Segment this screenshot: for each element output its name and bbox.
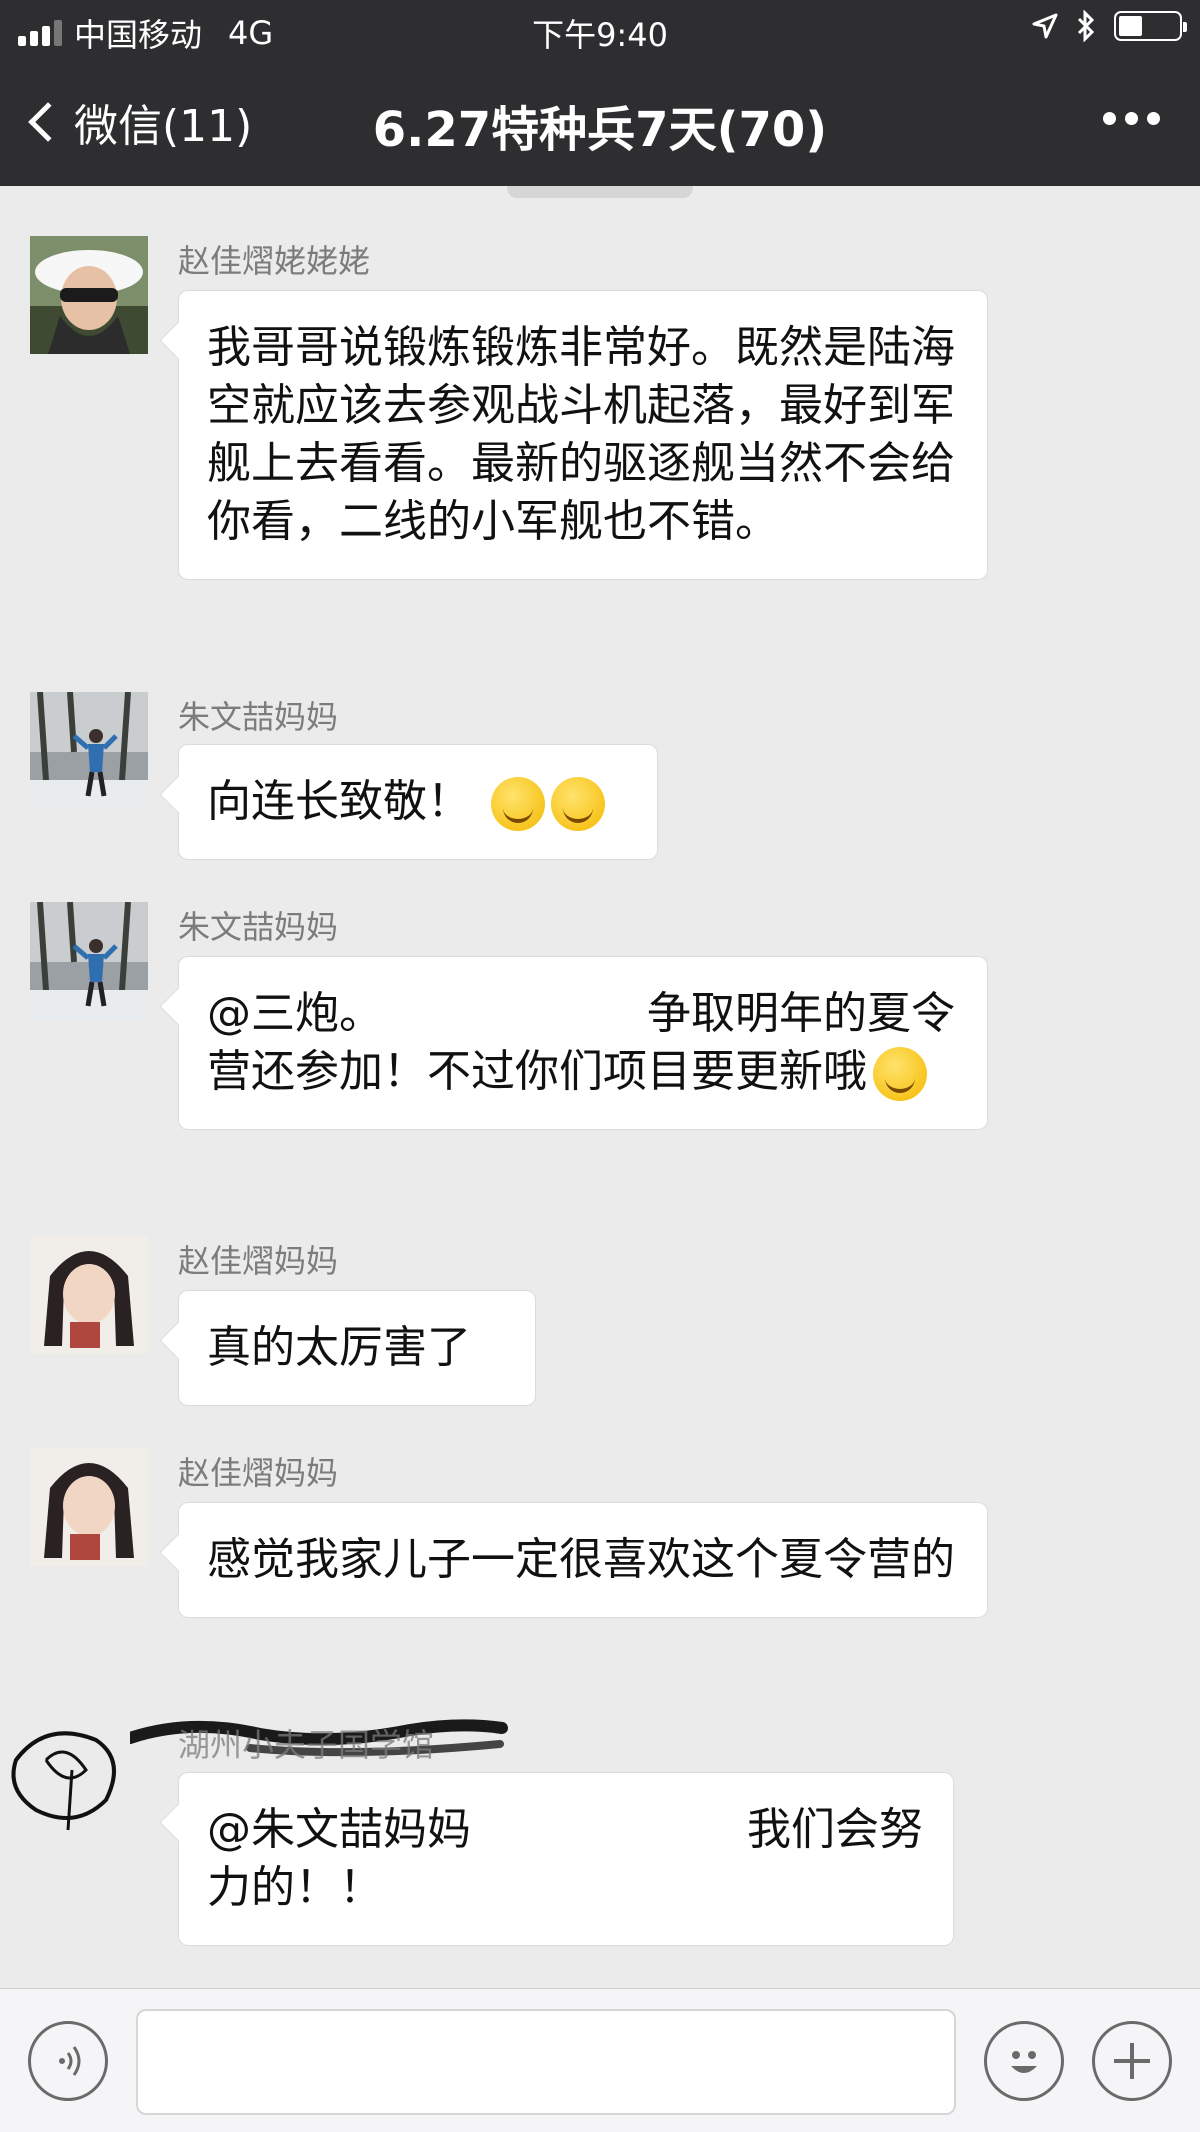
message-bubble[interactable]: 感觉我家儿子一定很喜欢这个夏令营的 (178, 1502, 988, 1618)
sender-name: 赵佳熠妈妈 (178, 1454, 339, 1492)
avatar[interactable] (30, 1448, 148, 1566)
smile-icon (1011, 2051, 1037, 2073)
mention-text: @朱文喆妈妈 (207, 1804, 471, 1855)
status-bar: 中国移动 4G 下午9:40 (0, 0, 1200, 58)
clock: 下午9:40 (532, 16, 668, 54)
message-bubble[interactable]: @朱文喆妈妈 我们会努力的！！ (178, 1772, 954, 1946)
emoji-icon (491, 777, 545, 831)
avatar[interactable] (30, 902, 148, 1020)
voice-icon (59, 2046, 81, 2076)
sender-name: 赵佳熠妈妈 (178, 1242, 339, 1280)
chat-header: 微信(11) 6.27特种兵7天(70) (0, 58, 1200, 186)
message-text: 真的太厉害了 (207, 1322, 471, 1373)
grin-emoji-icon (873, 1047, 927, 1101)
input-bar (0, 1988, 1200, 2132)
mention-text: @三炮。 (207, 988, 383, 1039)
sender-name: 湖州小夫子国学馆 (178, 1726, 435, 1764)
message-bubble[interactable]: 真的太厉害了 (178, 1290, 536, 1406)
sender-name: 赵佳熠姥姥姥 (178, 242, 371, 280)
plus-icon (1114, 2043, 1150, 2079)
avatar[interactable] (30, 1236, 148, 1354)
avatar[interactable] (30, 236, 148, 354)
pull-handle (507, 186, 693, 198)
battery-icon (1114, 11, 1187, 41)
message-bubble[interactable]: 我哥哥说锻炼锻炼非常好。既然是陆海空就应该去参观战斗机起落，最好到军舰上去看看。… (178, 290, 988, 580)
emoji-button[interactable] (984, 2021, 1064, 2101)
emoji-icon (551, 777, 605, 831)
chat-title: 6.27特种兵7天(70) (372, 102, 828, 158)
bluetooth-icon (1077, 10, 1095, 42)
sender-name: 朱文喆妈妈 (178, 908, 339, 946)
redacted-mark (395, 1001, 635, 1031)
message-text: 向连长致敬！ (207, 776, 471, 827)
message-bubble[interactable]: 向连长致敬！ (178, 744, 658, 860)
more-actions-button[interactable] (1092, 2021, 1172, 2101)
avatar[interactable] (30, 692, 148, 810)
message-text: 我哥哥说锻炼锻炼非常好。既然是陆海空就应该去参观战斗机起落，最好到军舰上去看看。… (207, 322, 955, 547)
message-bubble[interactable]: @三炮。 争取明年的夏令营还参加！不过你们项目要更新哦 (178, 956, 988, 1130)
more-icon[interactable] (1103, 112, 1160, 125)
voice-button[interactable] (28, 2021, 108, 2101)
message-input[interactable] (136, 2009, 956, 2115)
sender-name: 朱文喆妈妈 (178, 698, 339, 736)
message-text: 感觉我家儿子一定很喜欢这个夏令营的 (207, 1534, 955, 1585)
redacted-mark (479, 1817, 739, 1847)
location-icon (1032, 13, 1058, 39)
